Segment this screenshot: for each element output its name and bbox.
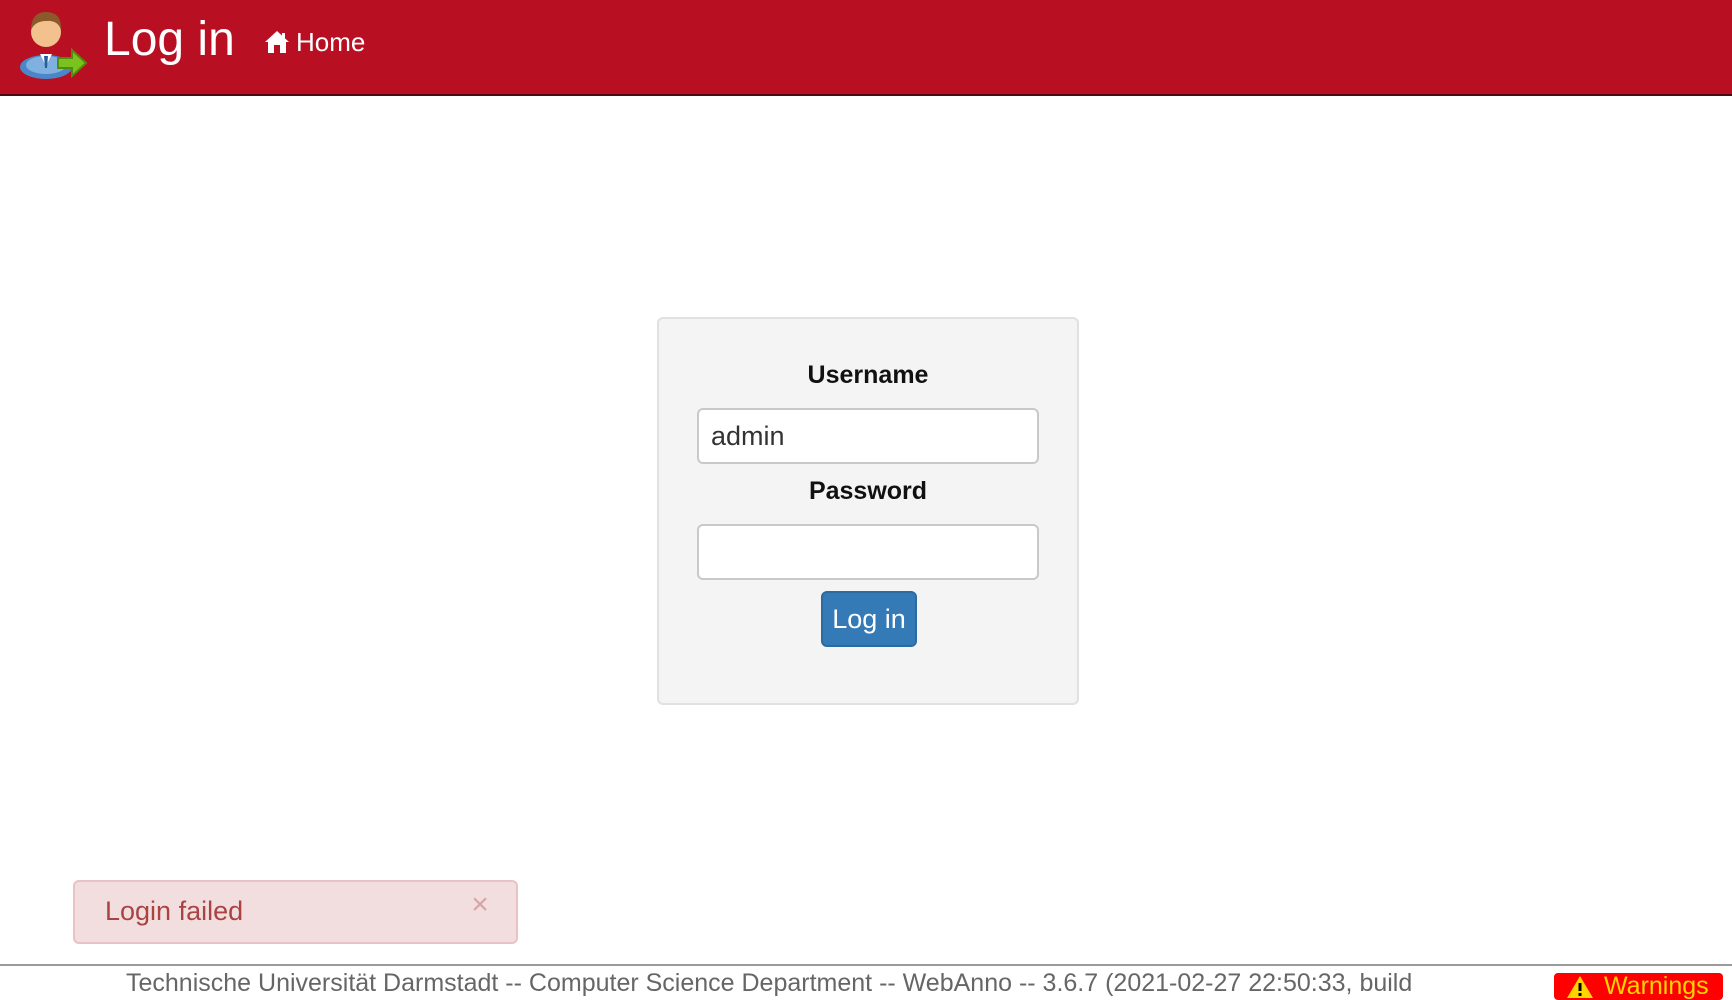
alert-message: Login failed xyxy=(105,896,244,926)
login-button[interactable]: Log in xyxy=(821,591,917,647)
username-field[interactable] xyxy=(697,408,1039,464)
footer-text: Technische Universität Darmstadt -- Comp… xyxy=(126,969,1413,997)
warning-icon xyxy=(1567,975,1593,998)
close-icon[interactable]: × xyxy=(467,890,493,920)
warnings-label: Warnings xyxy=(1604,972,1709,1000)
warnings-button[interactable]: Warnings xyxy=(1554,973,1723,1000)
top-navbar: Log in Home xyxy=(0,0,1732,96)
home-link-label: Home xyxy=(296,26,366,57)
password-field[interactable] xyxy=(697,524,1039,580)
user-login-icon xyxy=(20,12,88,79)
username-label: Username xyxy=(807,361,929,389)
error-alert: Login failed × xyxy=(73,880,518,944)
home-link[interactable]: Home xyxy=(264,24,365,60)
footer: Technische Universität Darmstadt -- Comp… xyxy=(0,964,1732,1000)
home-icon xyxy=(265,31,289,53)
password-label: Password xyxy=(808,477,928,505)
login-panel: Username Password Log in xyxy=(657,317,1079,705)
page-title: Log in xyxy=(104,13,235,66)
